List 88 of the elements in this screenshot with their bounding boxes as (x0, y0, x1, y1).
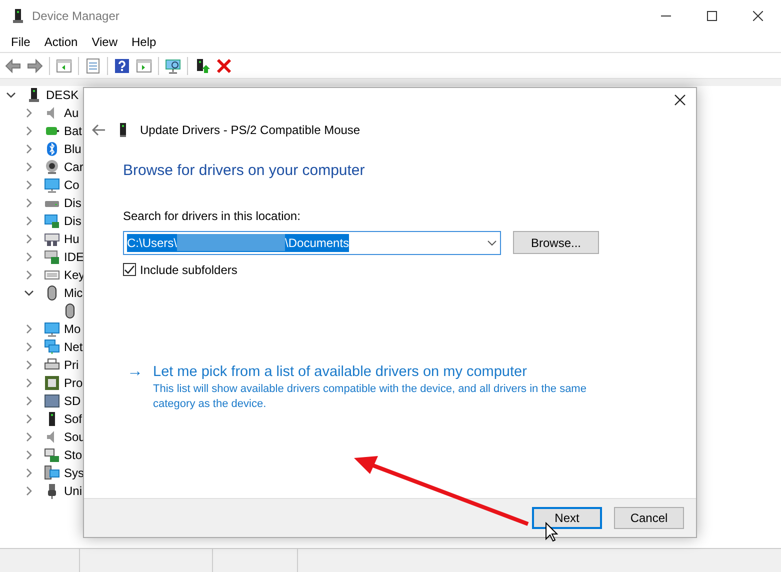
expand-icon[interactable] (25, 468, 33, 478)
expand-icon[interactable] (25, 486, 33, 496)
expand-icon[interactable] (25, 432, 33, 442)
expand-icon[interactable] (25, 270, 33, 280)
browse-button[interactable]: Browse... (513, 231, 599, 254)
back-icon[interactable] (5, 58, 21, 74)
dialog-button[interactable]: Next (532, 507, 602, 529)
expand-icon[interactable] (25, 144, 33, 154)
arrow-icon: → (127, 362, 143, 412)
properties-icon[interactable] (85, 58, 101, 74)
tree-item[interactable]: Dis (64, 194, 82, 212)
expand-icon[interactable] (25, 180, 33, 190)
collapse-icon[interactable] (6, 91, 16, 99)
tree-item[interactable]: SD (64, 392, 81, 410)
close-icon (674, 94, 686, 106)
tree-item[interactable]: IDE (64, 248, 84, 266)
expand-icon[interactable] (25, 252, 33, 262)
check-icon (124, 264, 135, 275)
device-icon (44, 339, 60, 355)
dropdown-icon (487, 240, 497, 246)
device-icon (44, 375, 60, 391)
update-driver-icon[interactable] (194, 58, 210, 74)
expand-icon[interactable] (25, 198, 33, 208)
device-icon (44, 447, 60, 463)
close-icon (753, 11, 763, 21)
expand-icon[interactable] (25, 414, 33, 424)
field-label: Search for drivers in this location: (123, 208, 302, 224)
tree-item[interactable]: Uni (64, 482, 82, 500)
tree-item[interactable]: Sys (64, 464, 84, 482)
uninstall-icon[interactable] (216, 58, 232, 74)
dialog-heading: Browse for drivers on your computer (123, 161, 366, 181)
maximize-icon (707, 11, 717, 21)
expand-icon[interactable] (25, 378, 33, 388)
tree-item[interactable]: Blu (64, 140, 82, 158)
back-icon[interactable] (92, 124, 106, 136)
include-subfolders-checkbox[interactable]: Include subfolders (123, 260, 696, 278)
expand-icon[interactable] (25, 324, 33, 334)
collapse-icon[interactable] (24, 289, 34, 297)
tree-item[interactable]: Sto (64, 446, 82, 464)
driver-list-link[interactable]: Let me pick from a list of available drivers on my computer (153, 362, 603, 380)
tree-item[interactable]: Pri (64, 356, 79, 374)
expand-icon[interactable] (25, 108, 33, 118)
expand-icon[interactable] (25, 162, 33, 172)
tree-item[interactable]: Net (64, 338, 83, 356)
path-combobox[interactable]: C:\Users\ \Documents (123, 230, 501, 254)
monitor-scan-icon[interactable] (165, 58, 181, 74)
expand-icon[interactable] (25, 450, 33, 460)
menu-item[interactable]: File (4, 33, 38, 51)
menu-item[interactable]: View (84, 33, 124, 51)
device-icon (26, 87, 42, 103)
menu-item[interactable]: Action (37, 33, 85, 51)
device-icon (44, 213, 60, 229)
link-description: This list will show available drivers compatible with the device, and all drivers in the same category as the device. (153, 382, 588, 412)
tree-item[interactable]: DESK (46, 86, 79, 104)
help-icon[interactable] (114, 58, 130, 74)
tree-item[interactable]: Bat (64, 122, 82, 140)
dialog-title: Update Drivers - PS/2 Compatible Mouse (140, 122, 360, 139)
tree-item[interactable]: Au (64, 104, 79, 122)
tree-item[interactable]: Hu (64, 230, 80, 248)
expand-icon[interactable] (25, 234, 33, 244)
device-icon (44, 321, 60, 337)
tree-item[interactable]: Mo (64, 320, 81, 338)
device-icon (44, 177, 60, 193)
device-icon (44, 249, 60, 265)
device-icon (44, 231, 60, 247)
panel-icon[interactable] (136, 58, 152, 74)
tree-item[interactable]: Mic (64, 284, 83, 302)
window-title: Device Manager (32, 8, 120, 25)
app-icon (10, 8, 26, 24)
dialog-button[interactable]: Cancel (614, 507, 684, 529)
menu-item[interactable]: Help (124, 33, 164, 51)
tree-item[interactable]: Co (64, 176, 80, 194)
expand-icon[interactable] (25, 342, 33, 352)
tree-item[interactable]: Car (64, 158, 84, 176)
tree-item[interactable]: Sof (64, 410, 82, 428)
device-icon (118, 122, 128, 138)
forward-icon[interactable] (27, 58, 43, 74)
device-icon (44, 159, 60, 175)
panel-icon[interactable] (56, 58, 72, 74)
tree-item[interactable]: Pro (64, 374, 83, 392)
expand-icon[interactable] (25, 396, 33, 406)
expand-icon[interactable] (25, 216, 33, 226)
tree-item[interactable]: Dis (64, 212, 82, 230)
expand-icon[interactable] (25, 126, 33, 136)
expand-icon[interactable] (25, 360, 33, 370)
device-icon (44, 141, 60, 157)
device-icon (44, 465, 60, 481)
device-icon (44, 393, 60, 409)
